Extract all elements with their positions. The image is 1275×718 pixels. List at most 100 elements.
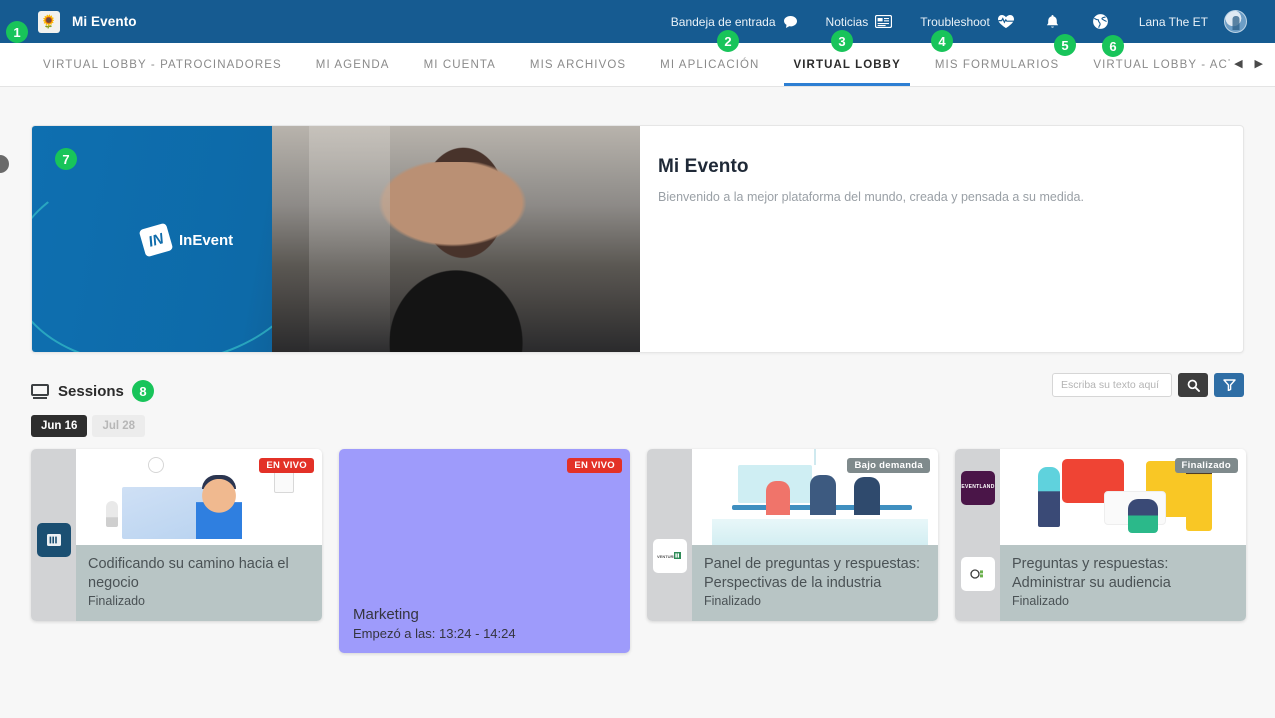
sessions-search [1052, 373, 1244, 397]
avatar [1224, 10, 1247, 33]
banner-subtitle: Bienvenido a la mejor plataforma del mun… [658, 190, 1084, 204]
person-decoration-3 [854, 477, 880, 515]
card-thumbnail: Bajo demanda [692, 449, 938, 545]
user-menu[interactable]: Lana The ET [1125, 0, 1261, 43]
card-thumbnail: Finalizado [1000, 449, 1246, 545]
card-rail: VENTURE [647, 449, 692, 622]
nav-item-mis-archivos[interactable]: MIS ARCHIVOS [513, 43, 643, 86]
card-status: Empezó a las: 13:24 - 14:24 [353, 626, 516, 641]
search-input[interactable] [1052, 373, 1172, 397]
header-item-troubleshoot[interactable]: Troubleshoot [906, 0, 1029, 43]
annotation-marker-6: 6 [1102, 35, 1124, 57]
banner-text: Mi Evento Bienvenido a la mejor platafor… [640, 126, 1243, 352]
sponsor-logo-icon: VENTURE [653, 539, 687, 573]
card-body: Bajo demanda Panel de preguntas y respue… [692, 449, 938, 622]
person-hair-decoration [202, 475, 236, 489]
person-decoration-1 [1038, 467, 1060, 527]
nav-item-virtual-lobby-actividades[interactable]: VIRTUAL LOBBY - ACTIVIDADES [1076, 43, 1230, 86]
day-tab-jul-28[interactable]: Jul 28 [92, 415, 146, 437]
header-actions: Bandeja de entrada Noticias Troubleshoot [657, 0, 1275, 43]
card-meta: Marketing Empezó a las: 13:24 - 14:24 [339, 449, 630, 653]
sidebar-toggle-handle[interactable] [0, 155, 9, 173]
banner-media: IN InEvent [32, 126, 640, 352]
person-decoration-2 [810, 475, 836, 515]
card-title: Codificando su camino hacia el negocio [88, 556, 289, 591]
floor-decoration [712, 519, 928, 545]
sessions-title: Sessions [58, 382, 124, 400]
notification-bell-icon [1045, 14, 1060, 30]
person-decoration-3 [1128, 499, 1158, 533]
event-banner: IN InEvent Mi Evento Bienvenido a la mej… [31, 125, 1244, 353]
monitor-icon [31, 383, 49, 399]
heartbeat-icon [997, 14, 1015, 29]
plant-decoration [106, 501, 118, 527]
card-title: Panel de preguntas y respuestas: Perspec… [704, 556, 921, 591]
lamp-decoration [814, 449, 816, 465]
chevron-right-icon[interactable]: ▶ [1255, 59, 1263, 70]
card-status: Finalizado [88, 594, 145, 609]
card-body: EN VIVO Marketing Empezó a las: 13:24 - … [339, 449, 630, 653]
card-title: Marketing [353, 605, 419, 623]
inbox-label: Bandeja de entrada [670, 14, 776, 29]
user-name: Lana The ET [1138, 14, 1208, 29]
card-title: Preguntas y respuestas: Administrar su a… [1012, 556, 1171, 591]
session-card[interactable]: EVENTLAND Finalizado Preguntas y respues… [955, 449, 1246, 622]
card-meta: Codificando su camino hacia el negocio F… [76, 545, 322, 622]
top-header-bar: 🌻 Mi Evento Bandeja de entrada Noticias … [0, 0, 1275, 43]
card-meta: Panel de preguntas y respuestas: Perspec… [692, 545, 938, 622]
card-meta: Preguntas y respuestas: Administrar su a… [1000, 545, 1246, 622]
news-feed-icon [875, 15, 893, 28]
card-rail: EVENTLAND [955, 449, 1000, 622]
nav-item-mi-aplicacion[interactable]: MI APLICACIÓN [643, 43, 776, 86]
inevent-wordmark: InEvent [179, 231, 234, 249]
nav-item-mi-agenda[interactable]: MI AGENDA [299, 43, 407, 86]
annotation-marker-8: 8 [132, 380, 154, 402]
nav-scroll-arrows: ◀ ▶ [1230, 43, 1275, 86]
search-button[interactable] [1178, 373, 1208, 397]
status-badge: Bajo demanda [847, 458, 930, 473]
filter-funnel-icon [1222, 379, 1236, 391]
clock-decoration-icon [148, 457, 164, 473]
inevent-mark-icon: IN [138, 222, 174, 258]
sponsor-logo-icon: EVENTLAND [961, 471, 995, 505]
search-icon [1187, 379, 1200, 392]
page-content: IN InEvent Mi Evento Bienvenido a la mej… [0, 87, 1275, 718]
session-day-tabs: Jun 16 Jul 28 [31, 415, 146, 437]
card-rail [31, 449, 76, 622]
page-title: Mi Evento [658, 156, 749, 177]
status-badge: EN VIVO [567, 458, 622, 473]
chevron-left-icon[interactable]: ◀ [1234, 59, 1242, 70]
brand[interactable]: 🌻 Mi Evento [38, 10, 137, 33]
annotation-marker-2: 2 [717, 30, 739, 52]
svg-text:VENTURE: VENTURE [657, 554, 676, 559]
nav-items: VIRTUAL LOBBY - PATROCINADORES MI AGENDA… [0, 43, 1230, 86]
annotation-marker-7: 7 [55, 148, 77, 170]
card-status: Finalizado [1012, 594, 1069, 609]
annotation-marker-4: 4 [931, 30, 953, 52]
annotation-marker-3: 3 [831, 30, 853, 52]
day-tab-jun-16[interactable]: Jun 16 [31, 415, 88, 437]
person-decoration-1 [766, 481, 790, 515]
session-card[interactable]: VENTURE Bajo demanda Panel de preguntas … [647, 449, 938, 622]
nav-item-mi-cuenta[interactable]: MI CUENTA [407, 43, 513, 86]
annotation-marker-5: 5 [1054, 34, 1076, 56]
header-item-news[interactable]: Noticias [812, 0, 907, 43]
filter-button[interactable] [1214, 373, 1244, 397]
session-card[interactable]: EN VIVO Marketing Empezó a las: 13:24 - … [339, 449, 630, 653]
news-label: Noticias [825, 14, 869, 29]
annotation-marker-1: 1 [6, 21, 28, 43]
nav-item-virtual-lobby-patrocinadores[interactable]: VIRTUAL LOBBY - PATROCINADORES [26, 43, 299, 86]
card-thumbnail: EN VIVO [76, 449, 322, 545]
sponsor-logo-icon [37, 523, 71, 557]
status-badge: Finalizado [1174, 458, 1238, 473]
status-badge: EN VIVO [259, 458, 314, 473]
session-card[interactable]: EN VIVO Codificando su camino hacia el n… [31, 449, 322, 622]
card-status: Finalizado [704, 594, 761, 609]
language-globe-icon [1092, 13, 1109, 30]
troubleshoot-label: Troubleshoot [920, 14, 990, 29]
card-body: EN VIVO Codificando su camino hacia el n… [76, 449, 322, 622]
main-nav-bar: VIRTUAL LOBBY - PATROCINADORES MI AGENDA… [0, 43, 1275, 87]
chat-bubble-icon [783, 15, 798, 29]
session-card-list: EN VIVO Codificando su camino hacia el n… [31, 449, 1248, 653]
banner-photo [272, 126, 640, 352]
